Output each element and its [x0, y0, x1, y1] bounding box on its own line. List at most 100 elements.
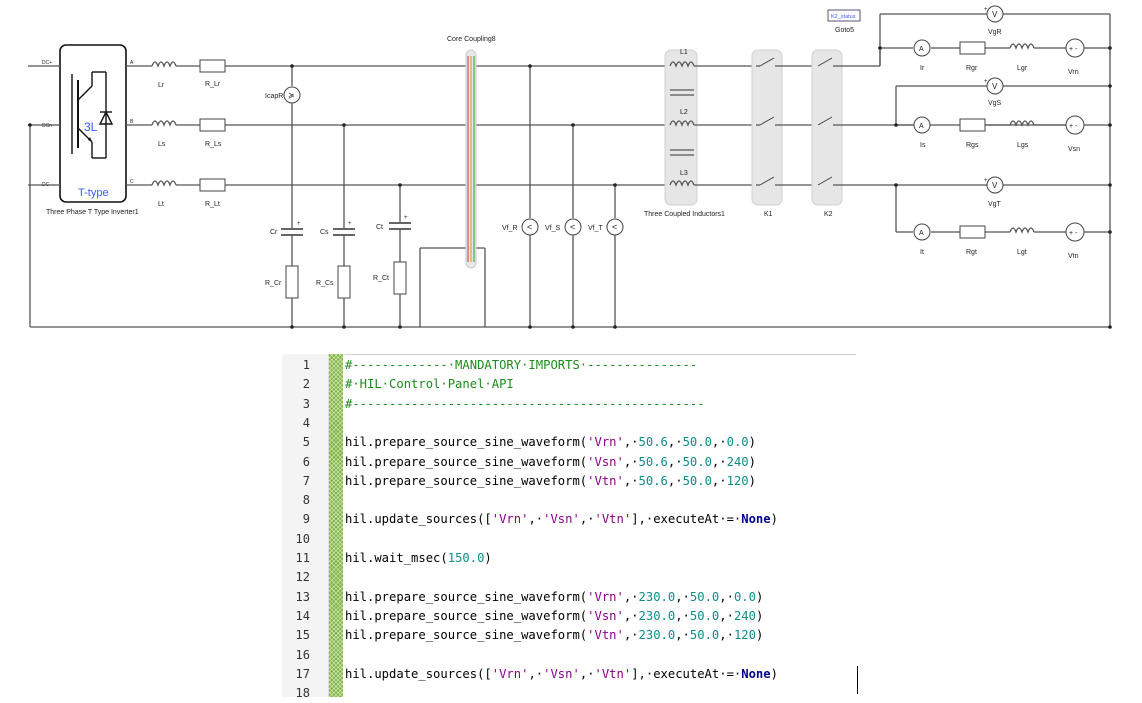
svg-text:V: V	[992, 10, 998, 19]
code-line[interactable]: hil.prepare_source_sine_waveform('Vtn',·…	[345, 626, 763, 645]
code-token: )	[748, 454, 756, 469]
line-number: 8	[302, 493, 310, 508]
change-bar	[329, 354, 343, 697]
label-vtn: Vtn	[1068, 253, 1079, 260]
inverter-caption: Three Phase T Type Inverter1	[46, 209, 139, 216]
core-coupling[interactable]: Core Coupling8	[447, 36, 496, 269]
code-line[interactable]: hil.prepare_source_sine_waveform('Vrn',·…	[345, 433, 756, 452]
code-line[interactable]: #-------------·MANDATORY·IMPORTS·-------…	[345, 356, 697, 375]
label-r-cr: R_Cr	[265, 280, 282, 287]
label-core-coupling: Core Coupling8	[447, 36, 496, 43]
filter-voltmeters: < < < Vf_R Vf_S Vf_T	[502, 66, 624, 327]
code-line[interactable]: #---------------------------------------…	[345, 395, 705, 414]
label-lt: Lt	[158, 201, 164, 208]
line-number: 6	[302, 454, 310, 469]
label-vf-r: Vf_R	[502, 225, 518, 232]
code-line[interactable]: hil.prepare_source_sine_waveform('Vsn',·…	[345, 453, 756, 472]
code-line[interactable]: hil.wait_msec(150.0)	[345, 549, 492, 568]
grid-ammeters: A A A Ir Is It	[913, 39, 931, 256]
code-token: ,·	[719, 608, 734, 623]
svg-text:V: V	[992, 82, 998, 91]
svg-text:A: A	[919, 230, 924, 237]
code-token: )	[770, 512, 778, 527]
code-token: 'Vtn'	[594, 512, 632, 527]
code-token: )	[484, 551, 492, 565]
code-token: )	[755, 608, 764, 623]
junction-dots	[28, 46, 1112, 329]
code-token: 230.0	[638, 628, 676, 643]
line-number: 16	[295, 647, 310, 662]
svg-text:+: +	[297, 221, 301, 227]
code-token: )	[748, 473, 756, 488]
code-token: 50.0	[689, 589, 720, 604]
code-token: 'Vrn'	[491, 666, 529, 681]
code-token: ,·	[711, 454, 727, 469]
text-caret	[857, 666, 858, 694]
code-token: hil.prepare_source_sine_waveform(	[345, 435, 588, 450]
svg-text:V: V	[992, 181, 998, 190]
label-vgr: VgR	[988, 29, 1002, 36]
label-rgs: Rgs	[966, 142, 979, 149]
svg-text:<: <	[570, 222, 575, 232]
label-lgs: Lgs	[1017, 142, 1029, 149]
phase-inductors: Lr Ls Lt	[151, 61, 177, 208]
label-lr: Lr	[158, 82, 165, 89]
contactor-k2[interactable]: K2	[811, 49, 843, 218]
code-token: 'Vsn'	[543, 666, 580, 681]
grid-inductors: Lgr Lgs Lgt	[1009, 43, 1035, 256]
label-rgr: Rgr	[966, 65, 978, 72]
coupled-inductors[interactable]: L1 L2 L3 Three Coupled Inductors1	[644, 49, 725, 218]
label-vrn: Vrn	[1068, 69, 1079, 76]
code-token: 'Vtn'	[594, 666, 632, 681]
code-token: ,·	[528, 666, 544, 681]
inverter-block[interactable]: 3L T-type Three Phase T Type Inverter1	[46, 44, 139, 216]
current-source-icapr[interactable]: ≽ IcapR	[265, 66, 301, 228]
code-line[interactable]: #·HIL·Control·Panel·API	[345, 375, 514, 394]
contactor-k1[interactable]: K1	[751, 49, 812, 218]
pin-a: A	[130, 60, 134, 66]
code-token: hil.prepare_source_sine_waveform(	[345, 628, 588, 643]
code-token: 50.6	[638, 473, 668, 488]
line-number: 11	[295, 551, 310, 565]
code-line[interactable]: hil.prepare_source_sine_waveform('Vsn',·…	[345, 607, 763, 626]
code-token: ,·	[675, 628, 690, 643]
code-token: hil.prepare_source_sine_waveform(	[345, 454, 588, 469]
code-token: None	[741, 512, 771, 527]
goto-k2-status[interactable]: K2_status Goto5	[827, 9, 861, 34]
label-cs: Cs	[320, 229, 329, 236]
svg-text:≽: ≽	[288, 91, 295, 100]
code-line[interactable]: hil.update_sources(['Vrn',·'Vsn',·'Vtn']…	[345, 510, 778, 529]
svg-text:+: +	[348, 221, 352, 227]
line-number: 3	[302, 396, 310, 411]
label-is: Is	[920, 142, 926, 149]
code-token: #---------------------------------------…	[345, 396, 705, 411]
code-token: ,·	[623, 589, 639, 604]
code-token: hil.prepare_source_sine_waveform(	[345, 608, 588, 623]
svg-text:<: <	[612, 222, 617, 232]
code-token: 230.0	[638, 608, 676, 623]
code-token: ,·	[623, 608, 639, 623]
line-number: 2	[302, 377, 310, 392]
code-line[interactable]: hil.update_sources(['Vrn',·'Vsn',·'Vtn']…	[345, 665, 778, 684]
code-token: 'Vrn'	[491, 512, 529, 527]
line-number: 7	[302, 473, 310, 488]
code-token: hil.update_sources([	[345, 512, 492, 527]
label-ct: Ct	[376, 224, 383, 231]
label-k2: K2	[824, 211, 833, 218]
code-token: 50.0	[689, 608, 720, 623]
grid-resistors: Rgr Rgs Rgt	[959, 41, 986, 256]
code-line[interactable]: hil.prepare_source_sine_waveform('Vtn',·…	[345, 472, 756, 491]
label-l3: L3	[680, 170, 688, 177]
code-line[interactable]: hil.prepare_source_sine_waveform('Vrn',·…	[345, 588, 763, 607]
line-number: 18	[295, 686, 310, 701]
code-token: 'Vsn'	[587, 608, 624, 623]
label-l2: L2	[680, 109, 688, 116]
code-token: 'Vtn'	[587, 473, 624, 488]
code-token: )	[755, 628, 764, 643]
code-editor[interactable]: 1 #-------------·MANDATORY·IMPORTS·------…	[282, 354, 858, 700]
line-number: 10	[295, 531, 310, 546]
code-token: )	[755, 589, 764, 604]
label-rgt: Rgt	[966, 249, 977, 256]
current-line-border	[345, 354, 856, 355]
label-ir: Ir	[920, 65, 925, 72]
